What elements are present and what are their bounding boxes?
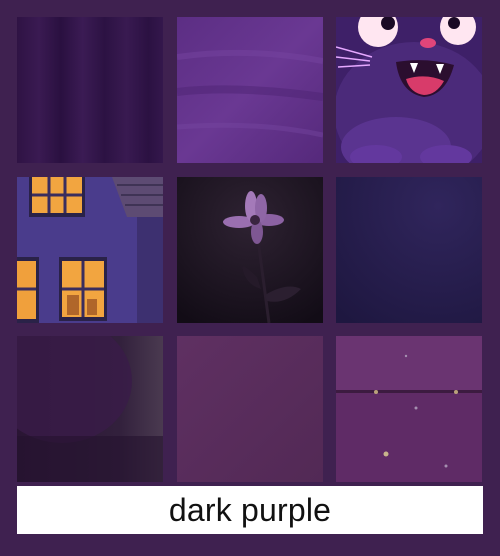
caption-bar: dark purple xyxy=(17,486,483,534)
painted-texture-image xyxy=(177,17,323,163)
curtain-fabric-image xyxy=(17,17,163,163)
dark-shadow-image xyxy=(17,336,163,482)
painted-wood-tile xyxy=(336,336,482,482)
plain-purple-image xyxy=(177,336,323,482)
navy-gradient-tile xyxy=(336,177,482,323)
navy-gradient-image xyxy=(336,177,482,323)
cartoon-cat-image xyxy=(336,17,482,163)
painted-texture-tile xyxy=(177,17,323,163)
house-at-night-image xyxy=(17,177,163,323)
dark-flower-image xyxy=(177,177,323,323)
cartoon-cat-tile xyxy=(336,17,482,163)
curtain-fabric-tile xyxy=(17,17,163,163)
dark-flower-tile xyxy=(177,177,323,323)
dark-shadow-tile xyxy=(17,336,163,482)
plain-purple-tile xyxy=(177,336,323,482)
caption-label: dark purple xyxy=(168,491,332,528)
painted-wood-image xyxy=(336,336,482,482)
house-at-night-tile xyxy=(17,177,163,323)
